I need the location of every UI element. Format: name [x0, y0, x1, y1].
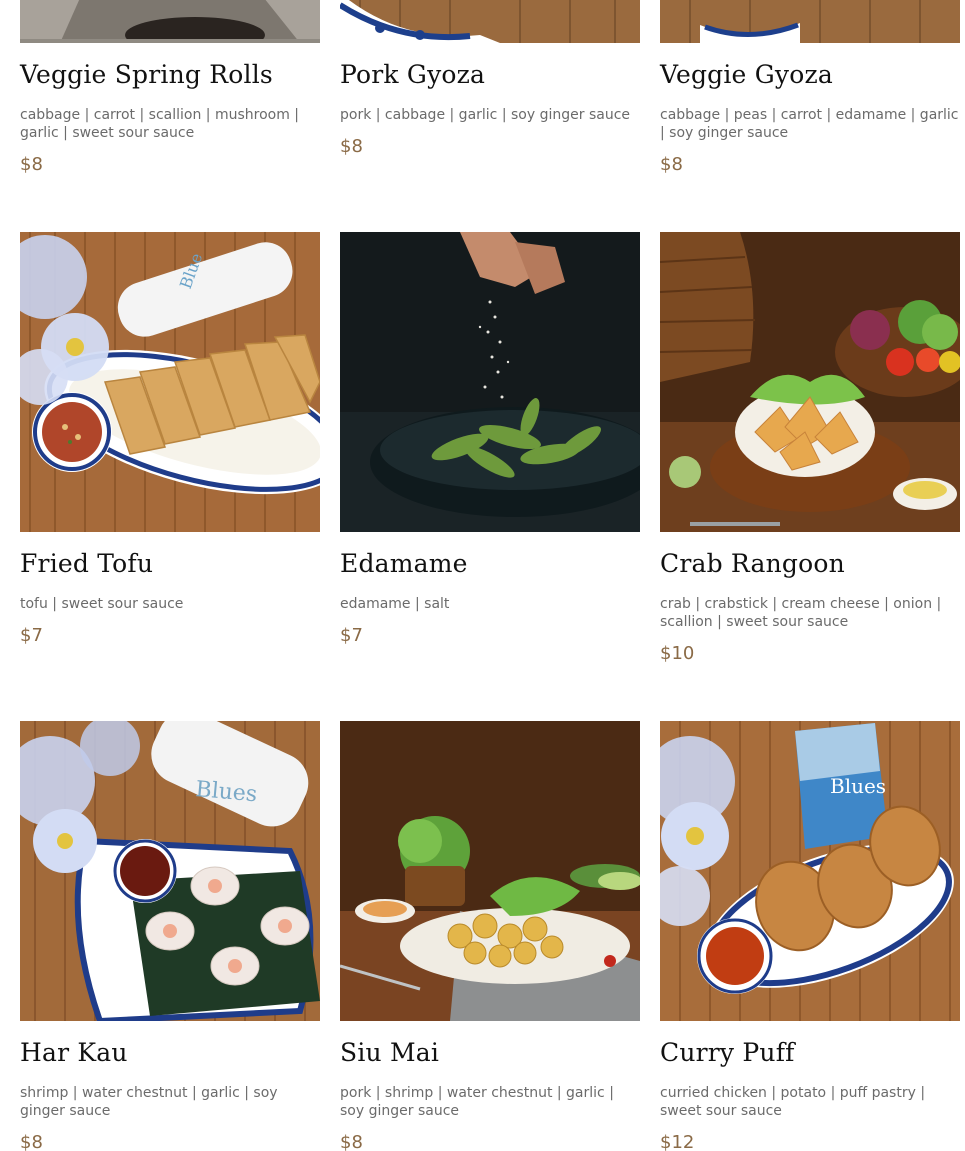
menu-item-name: Curry Puff	[660, 1038, 795, 1067]
menu-item-name: Crab Rangoon	[660, 549, 845, 578]
menu-item-name: Har Kau	[20, 1038, 128, 1067]
fried-tofu-photo[interactable]: Blue	[20, 232, 320, 532]
menu-item-price: $12	[660, 1132, 695, 1151]
menu-item-price: $8	[20, 154, 43, 175]
menu-item-pork-gyoza[interactable]: Pork Gyoza pork | cabbage | garlic | soy…	[340, 0, 640, 190]
menu-item-price: $8	[20, 1132, 43, 1151]
menu-item-crab-rangoon[interactable]: Crab Rangoon crab | crabstick | cream ch…	[660, 232, 960, 692]
menu-item-price: $8	[340, 1132, 363, 1151]
veggie-gyoza-photo[interactable]	[660, 0, 960, 43]
menu-item-description: pork | cabbage | garlic | soy ginger sau…	[340, 107, 631, 123]
menu-item-veggie-spring-rolls[interactable]: Veggie Spring Rolls cabbage | carrot | s…	[20, 0, 320, 190]
menu-item-description: tofu | sweet sour sauce	[20, 596, 184, 612]
menu-item-price: $7	[20, 625, 43, 646]
menu-item-name: Fried Tofu	[20, 549, 154, 578]
pork-gyoza-photo[interactable]	[340, 0, 640, 43]
menu-item-name: Veggie Spring Rolls	[20, 60, 273, 89]
menu-item-price: $8	[660, 154, 683, 175]
menu-item-description: cabbage | peas | carrot | edamame | garl…	[660, 107, 959, 141]
menu-grid: Veggie Spring Rolls cabbage | carrot | s…	[0, 0, 965, 1151]
menu-item-description: cabbage | carrot | scallion | mushroom |…	[20, 107, 300, 141]
menu-item-price: $10	[660, 643, 695, 664]
menu-item-description: curried chicken | potato | puff pastry |…	[660, 1085, 926, 1119]
menu-item-price: $7	[340, 625, 363, 646]
menu-item-edamame[interactable]: Edamame edamame | salt $7	[340, 232, 640, 692]
menu-item-name: Veggie Gyoza	[660, 60, 833, 89]
edamame-photo[interactable]	[340, 232, 640, 532]
har-kau-photo[interactable]: Blues	[20, 721, 320, 1021]
menu-item-description: edamame | salt	[340, 596, 450, 612]
spring-rolls-photo[interactable]	[20, 0, 320, 43]
menu-item-veggie-gyoza[interactable]: Veggie Gyoza cabbage | peas | carrot | e…	[660, 0, 960, 190]
crab-rangoon-photo[interactable]	[660, 232, 960, 532]
menu-item-description: shrimp | water chestnut | garlic | soy g…	[20, 1085, 278, 1119]
menu-item-name: Pork Gyoza	[340, 60, 486, 89]
menu-item-name: Siu Mai	[340, 1038, 440, 1067]
menu-item-description: crab | crabstick | cream cheese | onion …	[660, 596, 942, 630]
menu-item-price: $8	[340, 136, 363, 157]
curry-puff-photo[interactable]: Blues	[660, 721, 960, 1021]
svg-text:Blues: Blues	[194, 777, 258, 807]
menu-item-siu-mai[interactable]: Siu Mai pork | shrimp | water chestnut |…	[340, 721, 640, 1151]
svg-text:Blues: Blues	[830, 774, 886, 798]
siu-mai-photo[interactable]	[340, 721, 640, 1021]
menu-item-description: pork | shrimp | water chestnut | garlic …	[340, 1085, 614, 1119]
menu-item-fried-tofu[interactable]: Blue Fried Tofu tofu | sweet sour sauce …	[20, 232, 320, 692]
menu-item-curry-puff[interactable]: Blues Curry Puff curried chicken | potat…	[660, 721, 960, 1151]
menu-item-har-kau[interactable]: Blues Har Kau shrimp | water chestnut | …	[20, 721, 320, 1151]
menu-item-name: Edamame	[340, 549, 468, 578]
